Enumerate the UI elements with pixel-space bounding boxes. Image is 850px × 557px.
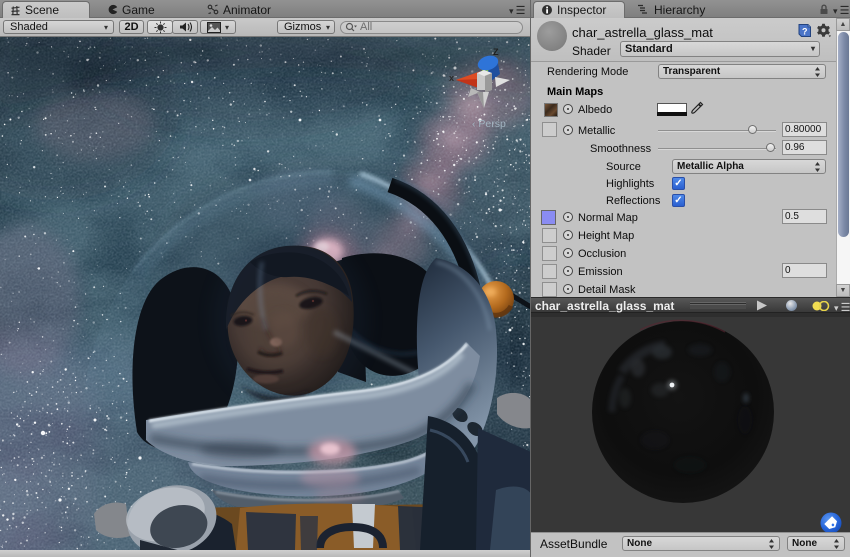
svg-text:x: x	[449, 73, 454, 83]
svg-text:‹ Persp: ‹ Persp	[472, 118, 506, 130]
svg-text:?: ?	[802, 27, 808, 37]
svg-text:Z: Z	[493, 47, 499, 57]
